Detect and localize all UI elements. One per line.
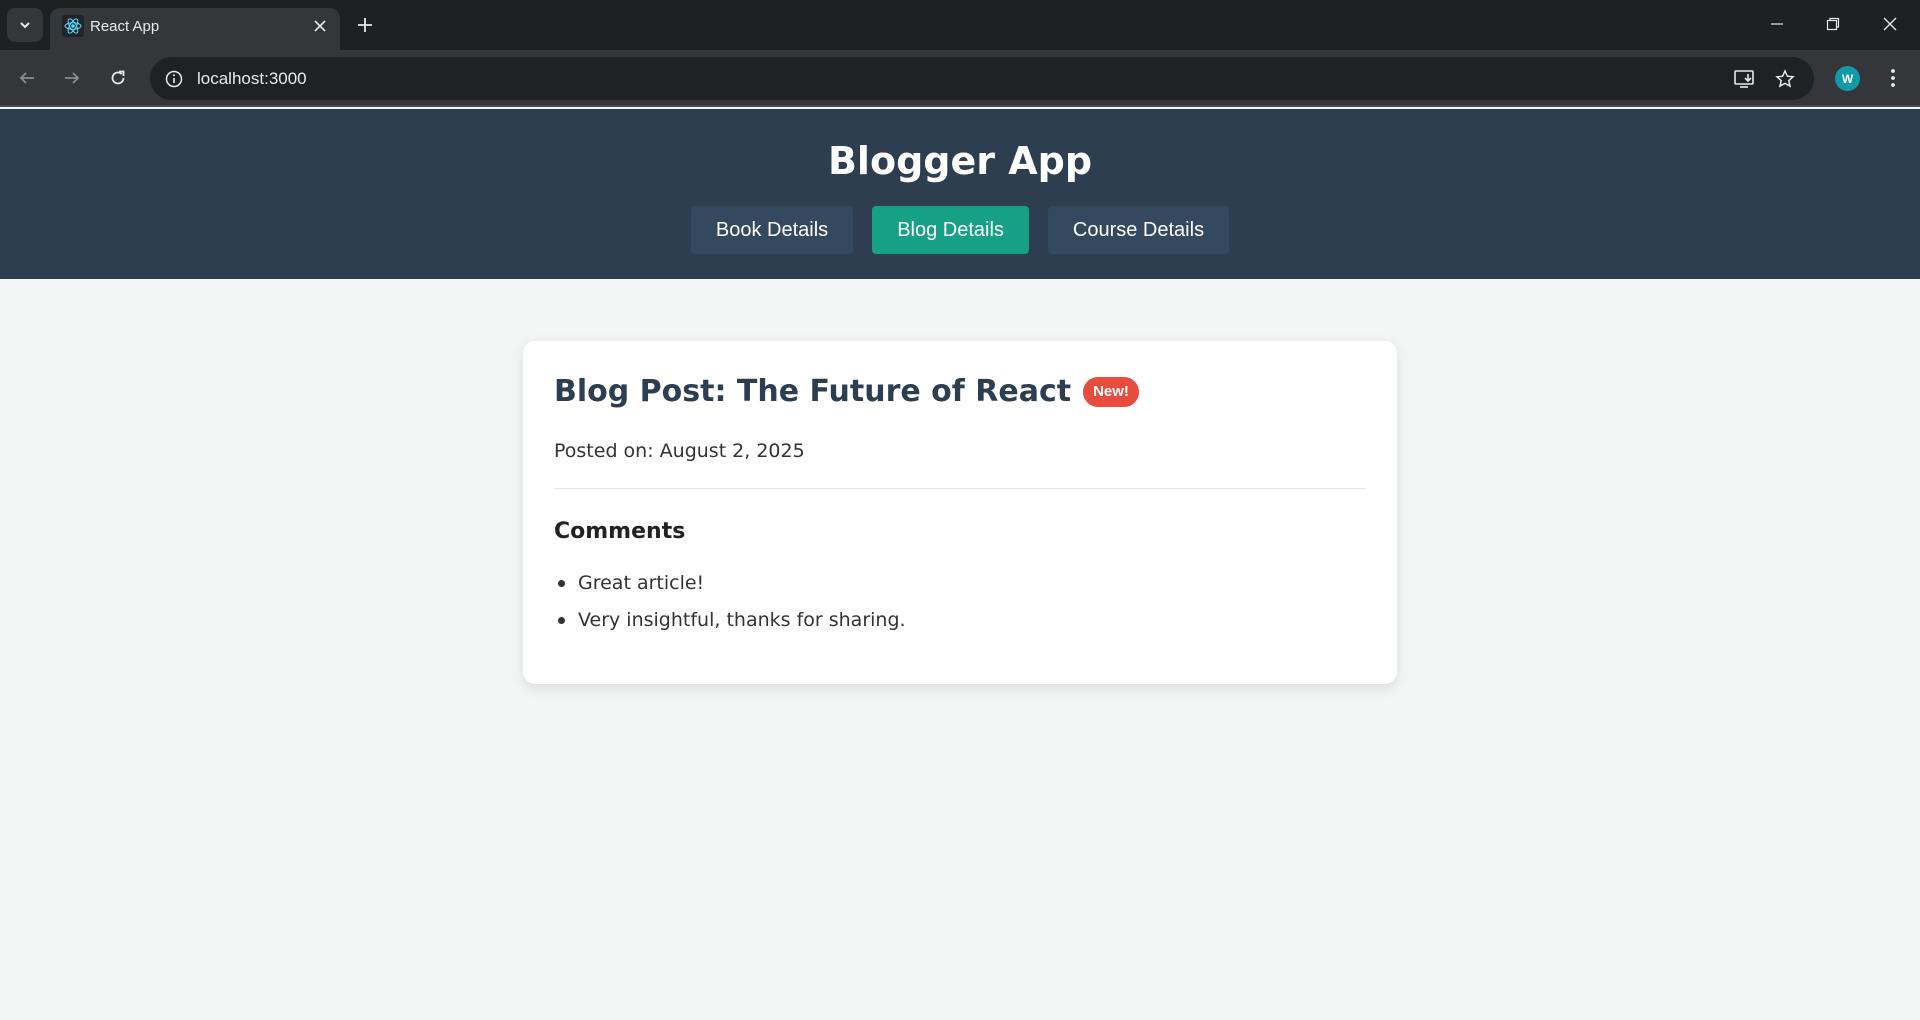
forward-button[interactable]	[57, 63, 87, 93]
post-title-row: Blog Post: The Future of React New!	[554, 374, 1139, 409]
nav-blog-details-button[interactable]: Blog Details	[872, 206, 1029, 254]
more-vert-icon	[1891, 69, 1895, 87]
blog-card: Blog Post: The Future of React New! Post…	[523, 341, 1397, 684]
react-logo-icon	[62, 15, 84, 37]
site-info-icon[interactable]	[162, 67, 186, 91]
new-tab-button[interactable]	[352, 12, 378, 38]
nav-book-details-button[interactable]: Book Details	[690, 206, 854, 254]
reload-icon	[111, 70, 125, 85]
comment-item: Very insightful, thanks for sharing.	[558, 607, 906, 644]
close-icon	[314, 20, 326, 32]
arrow-left-icon	[19, 72, 34, 84]
address-bar[interactable]: localhost:3000	[150, 57, 1814, 100]
chevron-down-icon	[20, 22, 30, 29]
tab-title: React App	[90, 18, 160, 35]
new-badge: New!	[1083, 376, 1139, 407]
minimize-button[interactable]	[1754, 8, 1800, 40]
close-icon	[1883, 17, 1897, 31]
browser-tab-bar: React App	[0, 0, 1920, 50]
close-window-button[interactable]	[1867, 8, 1913, 40]
reload-button[interactable]	[103, 63, 133, 93]
back-button[interactable]	[12, 63, 42, 93]
tab-close-button[interactable]	[310, 16, 330, 36]
app-title: Blogger App	[827, 139, 1093, 183]
install-app-icon[interactable]	[1732, 67, 1758, 91]
profile-avatar[interactable]: W	[1835, 66, 1860, 91]
restore-icon	[1826, 17, 1840, 31]
arrow-right-icon	[65, 72, 80, 84]
divider	[554, 488, 1366, 489]
comment-item: Great article!	[558, 570, 906, 607]
browser-toolbar: localhost:3000 W	[0, 50, 1920, 107]
plus-icon	[358, 18, 372, 32]
posted-date: Posted on: August 2, 2025	[554, 440, 805, 462]
nav-course-details-button[interactable]: Course Details	[1047, 206, 1230, 254]
tab-search-button[interactable]	[7, 8, 43, 42]
bookmark-star-icon[interactable]	[1772, 67, 1798, 91]
main-nav: Book Details Blog Details Course Details	[0, 206, 1920, 254]
post-title: Blog Post: The Future of React	[554, 374, 1072, 409]
comments-list: Great article! Very insightful, thanks f…	[558, 570, 906, 644]
app-header: Blogger App Book Details Blog Details Co…	[0, 109, 1920, 279]
restore-button[interactable]	[1810, 8, 1856, 40]
browser-tab[interactable]: React App	[50, 8, 340, 50]
url-text[interactable]: localhost:3000	[197, 69, 307, 89]
comments-heading: Comments	[554, 519, 686, 544]
browser-menu-button[interactable]	[1880, 64, 1906, 92]
minimize-icon	[1771, 23, 1783, 25]
